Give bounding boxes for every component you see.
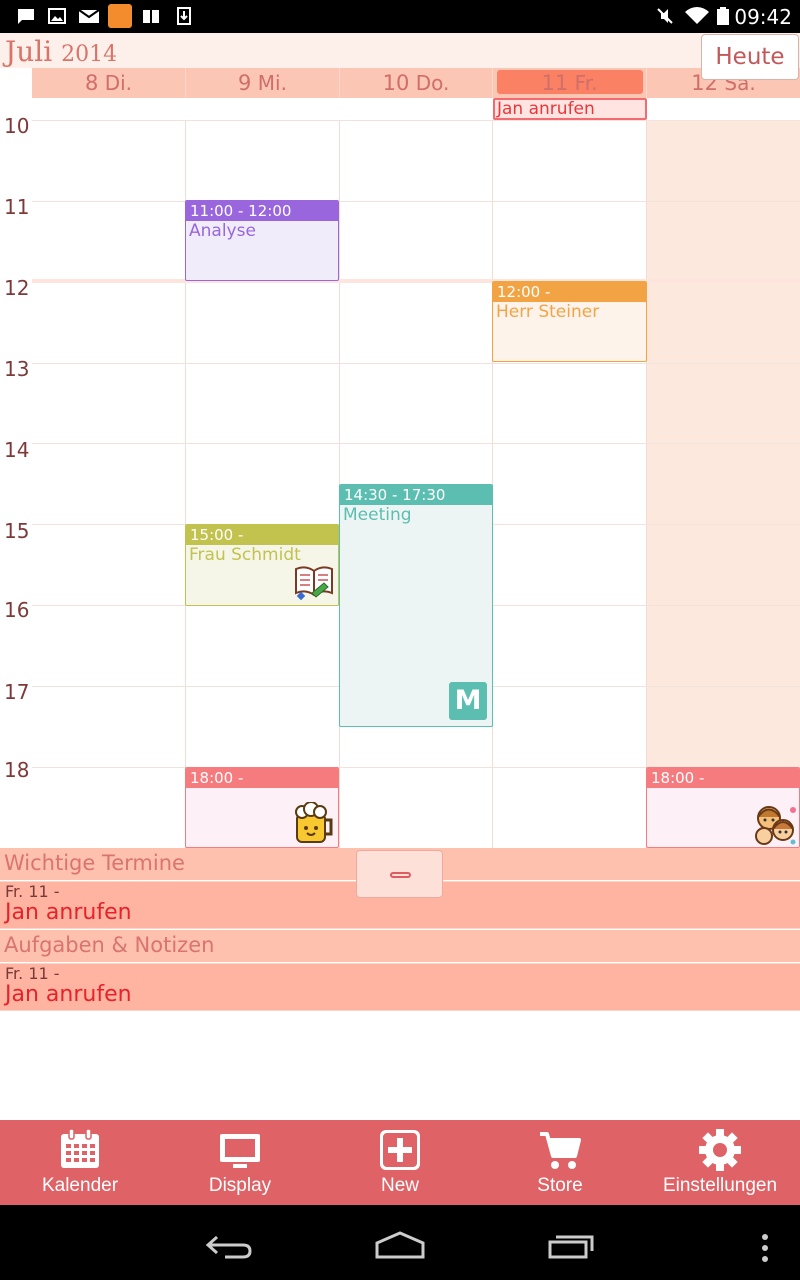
monitor-icon (220, 1134, 260, 1168)
today-button[interactable]: Heute (701, 34, 799, 80)
family-icon (755, 806, 796, 845)
event-time: 11:00 - 12:00 (186, 201, 338, 221)
mute-icon (657, 8, 673, 24)
recents-icon[interactable] (547, 1233, 595, 1259)
toolbar-store[interactable]: Store (480, 1120, 640, 1205)
gear-icon (699, 1129, 741, 1171)
day-header-9[interactable]: 9 Mi. (186, 68, 340, 98)
year-label: 2014 (61, 42, 118, 67)
calendar-icon (61, 1128, 99, 1168)
toolbar-label: New (380, 1175, 419, 1196)
day-header-10[interactable]: 10 Do. (340, 68, 493, 98)
event-time: 14:30 - 17:30 (340, 485, 492, 505)
toolbar-kalender[interactable]: Kalender (0, 1120, 160, 1205)
hour-label: 12 (4, 276, 30, 300)
day-name: Do. (415, 71, 450, 95)
event-herr-steiner[interactable]: 12:00 - Herr Steiner (492, 281, 647, 362)
back-icon[interactable] (205, 1233, 253, 1259)
toolbar-label: Display (208, 1175, 272, 1196)
book-icon (295, 566, 333, 601)
hour-label: 10 (4, 114, 30, 138)
event-time: 18:00 - (186, 768, 338, 788)
hour-label: 14 (4, 438, 30, 462)
day-name: Di. (104, 71, 133, 95)
download-icon (177, 7, 191, 25)
menu-icon[interactable] (760, 1233, 770, 1263)
hour-label: 15 (4, 519, 30, 543)
hour-label: 11 (4, 195, 30, 219)
month-name: Juli (5, 35, 53, 68)
meeting-badge-icon: M (449, 682, 487, 720)
beer-icon (295, 802, 333, 843)
event-time: 12:00 - (493, 282, 646, 302)
day-number: 10 (382, 71, 410, 95)
event-title: Frau Schmidt (189, 545, 301, 565)
status-bar: 09:42 (0, 0, 800, 33)
hour-line (32, 201, 800, 202)
event-analyse[interactable]: 11:00 - 12:00 Analyse (185, 200, 339, 281)
item-title: Jan anrufen (5, 900, 132, 925)
toolbar-label: Store (537, 1175, 583, 1196)
hour-line (32, 120, 800, 121)
day-column[interactable] (493, 120, 647, 848)
day-header-11[interactable]: 11 Fr. (493, 68, 647, 98)
event-title: Herr Steiner (496, 302, 600, 322)
mail-icon (78, 9, 100, 23)
toolbar-display[interactable]: Display (160, 1120, 320, 1205)
event-time: 15:00 - (186, 525, 338, 545)
hour-line (32, 363, 800, 364)
hour-label: 17 (4, 680, 30, 704)
clock: 09:42 (734, 5, 792, 29)
collapse-button[interactable] (356, 850, 443, 898)
wifi-icon (685, 7, 709, 25)
time-grid[interactable]: 10 11 12 13 14 15 16 17 18 11:00 - 12:00… (0, 114, 800, 848)
bottom-toolbar: Kalender Display New Store Einstellungen (0, 1120, 800, 1205)
toolbar-new[interactable]: New (320, 1120, 480, 1205)
message-icon (18, 9, 34, 24)
event-meeting[interactable]: 14:30 - 17:30 Meeting M (339, 484, 493, 727)
day-number: 11 (541, 71, 569, 95)
month-title[interactable]: Juli 2014 (5, 35, 117, 68)
day-header-8[interactable]: 8 Di. (32, 68, 186, 98)
toolbar-label: Kalender (41, 1175, 119, 1196)
home-icon[interactable] (374, 1231, 426, 1259)
day-number: 9 (238, 71, 252, 95)
hour-label: 16 (4, 598, 30, 622)
allday-event[interactable]: Jan anrufen (493, 98, 647, 120)
day-column-weekend[interactable] (647, 120, 800, 848)
item-date: Fr. 11 - (5, 882, 60, 901)
hour-label: 18 (4, 758, 30, 782)
event-18-saturday[interactable]: 18:00 - (646, 767, 800, 848)
event-title: Meeting (343, 505, 412, 525)
allday-row (32, 98, 800, 120)
event-title: Analyse (189, 221, 256, 241)
navigation-bar (0, 1205, 800, 1280)
item-title: Jan anrufen (5, 982, 132, 1007)
hour-label: 13 (4, 357, 30, 381)
toolbar-label: Einstellungen (662, 1175, 778, 1196)
event-time: 18:00 - (647, 768, 799, 788)
day-name: Mi. (257, 71, 287, 95)
book-icon (143, 10, 159, 23)
day-column[interactable] (32, 120, 186, 848)
day-number: 8 (84, 71, 99, 95)
tasks-heading: Aufgaben & Notizen (0, 930, 800, 962)
plus-icon (380, 1130, 420, 1170)
event-18-wednesday[interactable]: 18:00 - (185, 767, 339, 848)
rss-icon (108, 4, 132, 28)
event-frau-schmidt[interactable]: 15:00 - Frau Schmidt (185, 524, 339, 606)
hour-line (32, 443, 800, 444)
current-time-line (32, 279, 800, 283)
image-icon (48, 8, 66, 24)
selected-day-highlight (497, 70, 643, 94)
minus-icon (390, 872, 411, 878)
calendar-header: Juli 2014 (0, 33, 800, 68)
day-name: Fr. (574, 71, 598, 95)
task-item[interactable]: Fr. 11 - Jan anrufen (0, 963, 800, 1011)
toolbar-einstellungen[interactable]: Einstellungen (640, 1120, 800, 1205)
battery-icon (717, 7, 729, 25)
item-date: Fr. 11 - (5, 964, 60, 983)
cart-icon (540, 1132, 581, 1169)
